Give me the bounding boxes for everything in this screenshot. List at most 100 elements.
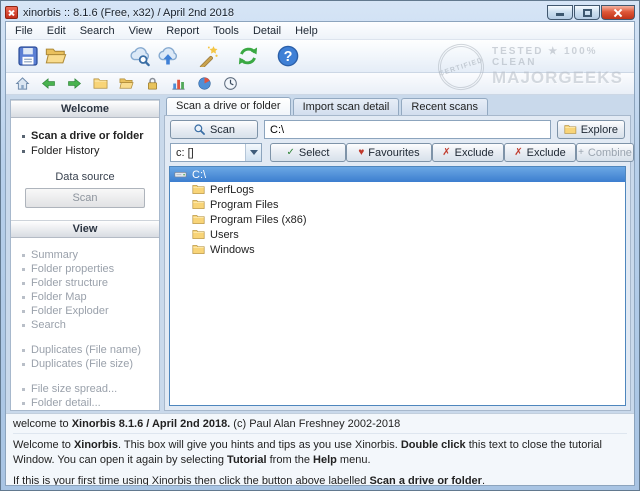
tree-row-root[interactable]: C:\: [170, 167, 625, 182]
bullet-icon: [22, 267, 25, 271]
tree-row-label: C:\: [192, 168, 207, 181]
bullet-icon: [22, 134, 25, 138]
tab-scan-drive-or-folder[interactable]: Scan a drive or folder: [166, 97, 291, 115]
bullet-icon: [22, 348, 25, 352]
exclude-button-label: Exclude: [454, 146, 494, 159]
sidebar: Welcome Scan a drive or folder Folder Hi…: [10, 99, 160, 411]
view-item-folder-detail[interactable]: Folder detail...: [22, 397, 148, 409]
tree-row-windows[interactable]: Windows: [170, 242, 625, 257]
tab-recent-scans[interactable]: Recent scans: [401, 98, 489, 115]
minimize-button[interactable]: [547, 5, 573, 20]
menu-item-file[interactable]: File: [8, 23, 40, 39]
bar-chart-icon: [171, 76, 186, 91]
folder-open-button[interactable]: [117, 75, 135, 93]
forward-arrow-icon: [67, 76, 82, 91]
view-item-duplicates-name[interactable]: Duplicates (File name): [22, 344, 148, 356]
open-folder-button[interactable]: [42, 42, 70, 70]
view-item-search[interactable]: Search: [22, 319, 148, 331]
combine-button[interactable]: + Combine: [576, 143, 634, 162]
chart-button[interactable]: [169, 75, 187, 93]
workspace: Welcome Scan a drive or folder Folder Hi…: [6, 95, 634, 413]
explore-button[interactable]: Explore: [557, 120, 625, 139]
cloud-upload-icon: [157, 45, 179, 67]
sidebar-item-scan-drive[interactable]: Scan a drive or folder: [22, 130, 148, 142]
bullet-icon: [22, 149, 25, 153]
cross-icon: ✗: [514, 146, 523, 158]
menu-item-help[interactable]: Help: [288, 23, 325, 39]
folder-open-icon: [119, 76, 134, 91]
sidebar-scan-button[interactable]: Scan: [25, 188, 145, 208]
menu-item-search[interactable]: Search: [73, 23, 122, 39]
view-item-folder-exploder[interactable]: Folder Exploder: [22, 305, 148, 317]
exclude-button-label: Exclude: [526, 146, 566, 159]
bullet-icon: [22, 401, 25, 405]
sidebar-item-folder-history[interactable]: Folder History: [22, 145, 148, 157]
favourites-button[interactable]: ♥ Favourites: [346, 143, 432, 162]
view-item-duplicates-size[interactable]: Duplicates (File size): [22, 358, 148, 370]
tree-row-label: PerfLogs: [210, 183, 255, 196]
menu-item-detail[interactable]: Detail: [246, 23, 288, 39]
pie-chart-button[interactable]: [195, 75, 213, 93]
back-button[interactable]: [39, 75, 57, 93]
cloud-upload-button[interactable]: [154, 42, 182, 70]
folder-open-icon: [45, 45, 67, 67]
tree-row-perflogs[interactable]: PerfLogs: [170, 182, 625, 197]
folder-icon: [192, 213, 205, 226]
data-source-label: Data source: [55, 171, 115, 183]
magnifier-icon: [193, 123, 206, 136]
folder-icon: [192, 183, 205, 196]
home-icon: [15, 76, 30, 91]
combine-button-label: Combine: [587, 146, 632, 159]
back-arrow-icon: [41, 76, 56, 91]
folder-button[interactable]: [91, 75, 109, 93]
secondary-toolbar: [6, 73, 634, 95]
path-input[interactable]: [264, 120, 551, 139]
drive-buttons: ✓ Select ♥ Favourites ✗ Exclude ✗ Exclud…: [270, 143, 634, 162]
refresh-button[interactable]: [234, 42, 262, 70]
view-item-folder-properties[interactable]: Folder properties: [22, 263, 148, 275]
cloud-search-button[interactable]: [126, 42, 154, 70]
tree-row-users[interactable]: Users: [170, 227, 625, 242]
view-item-summary[interactable]: Summary: [22, 249, 148, 261]
tutorial-text[interactable]: Welcome to Xinorbis. This box will give …: [13, 438, 627, 469]
combo-dropdown-button[interactable]: [245, 144, 261, 161]
wand-button[interactable]: [194, 42, 222, 70]
view-item-folder-map[interactable]: Folder Map: [22, 291, 148, 303]
plus-icon: +: [578, 146, 584, 158]
check-icon: ✓: [286, 146, 295, 158]
menu-item-report[interactable]: Report: [159, 23, 206, 39]
view-item-folder-structure[interactable]: Folder structure: [22, 277, 148, 289]
exclude-button-2[interactable]: ✗ Exclude: [504, 143, 576, 162]
help-button[interactable]: [274, 42, 302, 70]
welcome-header: Welcome: [11, 100, 159, 118]
lock-button[interactable]: [143, 75, 161, 93]
tab-import-scan-detail[interactable]: Import scan detail: [292, 98, 400, 115]
app-body: File Edit Search View Report Tools Detai…: [5, 21, 635, 486]
close-button[interactable]: [601, 5, 635, 20]
drive-select[interactable]: c: []: [170, 143, 262, 162]
home-button[interactable]: [13, 75, 31, 93]
menu-item-edit[interactable]: Edit: [40, 23, 73, 39]
save-button[interactable]: [14, 42, 42, 70]
tree-row-label: Windows: [210, 243, 255, 256]
tree-row-program-files[interactable]: Program Files: [170, 197, 625, 212]
maximize-button[interactable]: [574, 5, 600, 20]
history-button[interactable]: [221, 75, 239, 93]
cross-icon: ✗: [442, 146, 451, 158]
scan-button[interactable]: Scan: [170, 120, 258, 139]
help-icon: [277, 45, 299, 67]
status-area: welcome to Xinorbis 8.1.6 / April 2nd 20…: [6, 413, 634, 485]
exclude-button-1[interactable]: ✗ Exclude: [432, 143, 504, 162]
select-button[interactable]: ✓ Select: [270, 143, 346, 162]
menu-item-tools[interactable]: Tools: [206, 23, 246, 39]
xinorbis-app-icon: [5, 6, 18, 19]
folder-tree: C:\ PerfLogs Program Files Program Files…: [169, 166, 626, 406]
forward-button[interactable]: [65, 75, 83, 93]
tree-row-program-files-x86[interactable]: Program Files (x86): [170, 212, 625, 227]
sync-arrows-icon: [237, 45, 259, 67]
main-toolbar: [6, 40, 634, 73]
favourites-button-label: Favourites: [368, 146, 420, 159]
menu-item-view[interactable]: View: [122, 23, 160, 39]
bullet-icon: [22, 323, 25, 327]
view-item-file-size-spread[interactable]: File size spread...: [22, 383, 148, 395]
